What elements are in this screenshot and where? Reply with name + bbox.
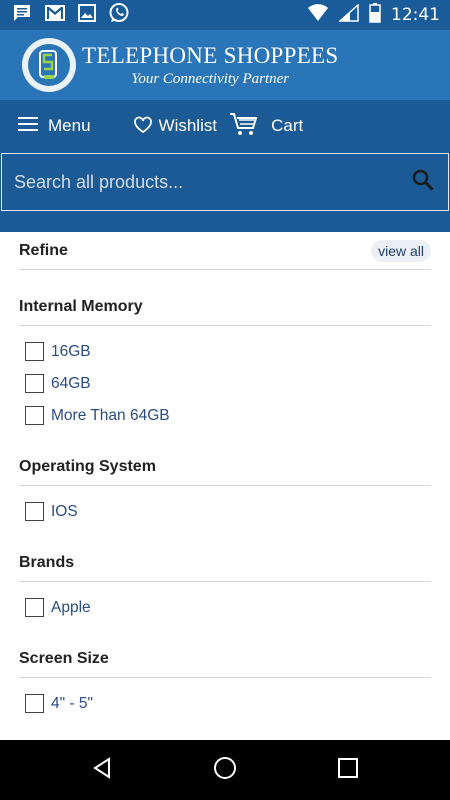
- brand-header: TELEPHONE SHOPPEES Your Connectivity Par…: [0, 30, 450, 100]
- filter-heading-operating-system[interactable]: Operating System: [19, 449, 431, 486]
- wishlist-button[interactable]: Wishlist: [133, 115, 218, 138]
- filter-option-label: 4" - 5": [51, 694, 94, 712]
- filter-option-label: Apple: [51, 598, 91, 616]
- cart-icon: [229, 112, 259, 141]
- brand-title: TELEPHONE SHOPPEES: [82, 42, 339, 68]
- search-input[interactable]: [2, 171, 398, 193]
- checkbox[interactable]: [25, 342, 44, 361]
- filter-option-label: 64GB: [51, 374, 91, 392]
- checkbox[interactable]: [25, 374, 44, 393]
- image-icon: [78, 3, 96, 27]
- hamburger-icon: [18, 116, 38, 137]
- filter-title: Internal Memory: [19, 298, 143, 315]
- filter-option-label: More Than 64GB: [51, 406, 170, 424]
- home-circle-icon: [213, 756, 237, 785]
- filter-title: Brands: [19, 554, 75, 571]
- refine-header: Refine view all: [19, 232, 431, 270]
- search-button[interactable]: [398, 154, 448, 210]
- filter-heading-screen-size[interactable]: Screen Size: [19, 641, 431, 678]
- chat-icon: [12, 3, 32, 28]
- back-triangle-icon: [91, 756, 113, 784]
- filter-title: Operating System: [19, 458, 156, 475]
- battery-icon: [369, 2, 381, 28]
- signal-icon: [338, 2, 359, 27]
- checkbox[interactable]: [25, 406, 44, 425]
- status-time: 12:41: [391, 5, 440, 25]
- heart-icon: [133, 115, 153, 138]
- refine-title: Refine: [19, 241, 68, 259]
- checkbox[interactable]: [25, 502, 44, 521]
- search-area: [0, 152, 450, 232]
- filter-option-64gb[interactable]: 64GB: [25, 374, 91, 393]
- checkbox[interactable]: [25, 598, 44, 617]
- view-all-button[interactable]: view all: [371, 239, 431, 262]
- brand-tagline: Your Connectivity Partner: [131, 70, 290, 87]
- cart-label: Cart: [271, 116, 304, 135]
- search-icon: [411, 168, 435, 197]
- home-button[interactable]: [205, 750, 245, 790]
- system-nav-bar: [0, 740, 450, 800]
- filter-title: Screen Size: [19, 650, 109, 667]
- filter-option-4-5-inch[interactable]: 4" - 5": [25, 694, 93, 713]
- filter-option-label: 16GB: [51, 342, 91, 360]
- wishlist-label: Wishlist: [158, 116, 218, 135]
- filter-option-ios[interactable]: IOS: [25, 502, 78, 521]
- whatsapp-icon: [108, 2, 130, 29]
- refine-panel: Refine view all Internal Memory 16GB 64G…: [0, 232, 450, 740]
- status-bar: 12:41: [0, 0, 450, 30]
- menu-button[interactable]: Menu: [18, 116, 91, 137]
- back-button[interactable]: [82, 750, 122, 790]
- filter-option-more-than-64gb[interactable]: More Than 64GB: [25, 406, 170, 425]
- recents-button[interactable]: [328, 750, 368, 790]
- filter-heading-brands[interactable]: Brands: [19, 545, 431, 582]
- filter-option-16gb[interactable]: 16GB: [25, 342, 91, 361]
- recents-square-icon: [338, 757, 359, 783]
- wifi-icon: [307, 3, 329, 27]
- menu-label: Menu: [48, 116, 91, 135]
- filter-heading-internal-memory[interactable]: Internal Memory: [19, 289, 431, 326]
- filter-option-label: IOS: [51, 502, 78, 520]
- brand-logo[interactable]: [22, 38, 76, 92]
- cart-button[interactable]: Cart: [229, 112, 303, 141]
- search-box: [1, 153, 449, 211]
- main-nav: Menu Wishlist Cart: [0, 100, 450, 152]
- filter-option-apple[interactable]: Apple: [25, 598, 91, 617]
- checkbox[interactable]: [25, 694, 44, 713]
- gmail-icon: [44, 4, 66, 27]
